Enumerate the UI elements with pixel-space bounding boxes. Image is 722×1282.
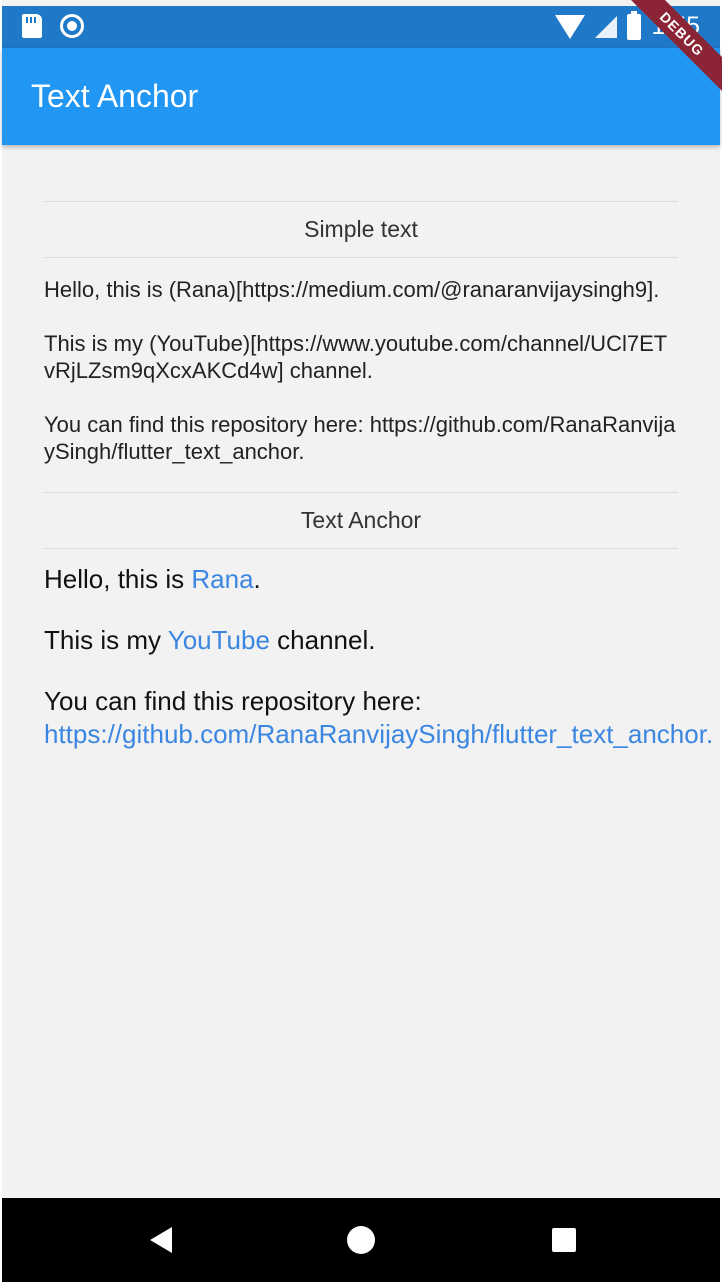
sd-card-icon xyxy=(22,14,42,38)
anchor-line-text: Hello, this is xyxy=(44,564,192,594)
battery-icon xyxy=(627,10,642,40)
back-icon[interactable] xyxy=(150,1227,172,1253)
frame-edge-left xyxy=(0,0,2,1282)
wifi-icon xyxy=(555,14,586,39)
content: Simple text Hello, this is (Rana)[https:… xyxy=(44,146,713,779)
text-anchor-body: Hello, this is Rana. This is my YouTube … xyxy=(44,563,713,751)
simple-text-line: Hello, this is (Rana)[https://medium.com… xyxy=(44,277,660,302)
text-anchor-header: Text Anchor xyxy=(44,492,678,549)
status-bar: 1:55 xyxy=(2,6,720,48)
anchor-line-3: You can find this repository here: https… xyxy=(44,685,713,751)
app-bar: Text Anchor xyxy=(2,48,720,145)
anchor-line-text: This is my xyxy=(44,625,168,655)
simple-text-line: This is my (YouTube)[https://www.youtube… xyxy=(44,331,668,383)
anchor-line-text: You can find this repository here: xyxy=(44,686,422,716)
status-left-icons xyxy=(22,14,84,38)
app-title: Text Anchor xyxy=(31,78,199,114)
simple-text-line: You can find this repository here: https… xyxy=(44,412,676,464)
anchor-line-text: channel. xyxy=(269,625,376,655)
circle-notification-icon xyxy=(60,14,84,38)
recents-icon[interactable] xyxy=(552,1228,576,1252)
simple-text-body: Hello, this is (Rana)[https://medium.com… xyxy=(44,276,678,465)
rana-link[interactable]: Rana xyxy=(191,564,253,594)
github-link[interactable]: https://github.com/RanaRanvijaySingh/flu… xyxy=(44,719,713,749)
anchor-line-2: This is my YouTube channel. xyxy=(44,624,678,657)
home-icon[interactable] xyxy=(347,1226,375,1254)
signal-icon xyxy=(595,15,618,38)
anchor-line-1: Hello, this is Rana. xyxy=(44,563,678,596)
navigation-bar xyxy=(2,1198,720,1282)
simple-text-header: Simple text xyxy=(44,201,678,258)
anchor-line-text: . xyxy=(253,564,261,594)
youtube-link[interactable]: YouTube xyxy=(168,625,270,655)
